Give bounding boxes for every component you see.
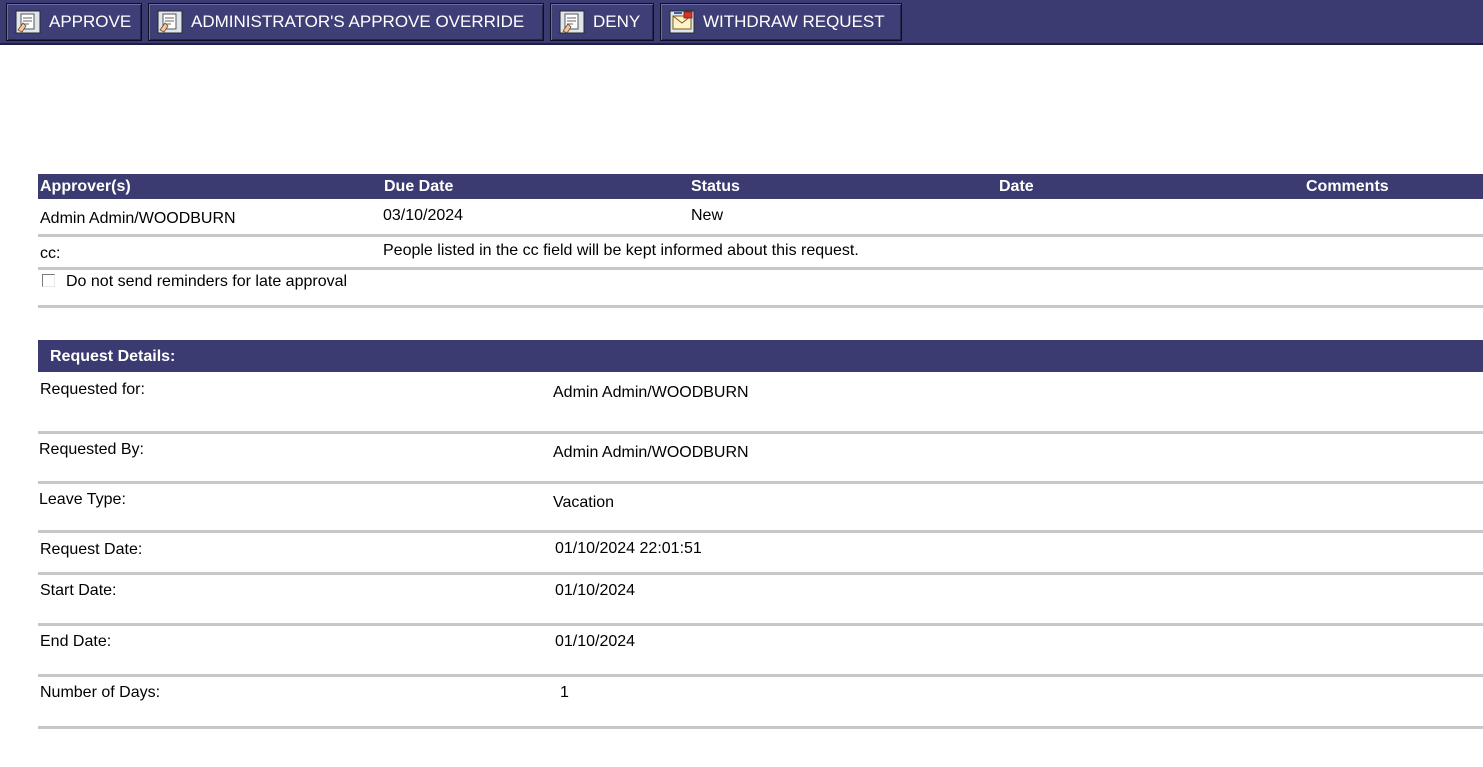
document-deny-icon [559,10,585,34]
envelope-withdraw-icon [669,10,695,34]
cc-label: cc: [40,245,61,262]
divider [38,431,1483,434]
divider [38,530,1483,533]
detail-label-number-of-days: Number of Days: [40,684,161,701]
divider [38,623,1483,626]
cc-note: People listed in the cc field will be ke… [383,242,859,259]
admin-approve-override-button[interactable]: ADMINISTRATOR'S APPROVE OVERRIDE [148,3,544,41]
divider [38,726,1483,729]
approver-status: New [691,207,724,224]
document-hand-icon [157,10,183,34]
no-reminders-label: Do not send reminders for late approval [66,273,348,290]
withdraw-request-button[interactable]: WITHDRAW REQUEST [660,3,902,41]
detail-label-leave-type: Leave Type: [39,491,126,508]
col-approvers: Approver(s) [40,178,131,195]
detail-label-requested-by: Requested By: [39,441,144,458]
detail-label-requested-for: Requested for: [40,381,145,398]
deny-label: DENY [593,12,641,31]
approvers-table-header: Approver(s) Due Date Status Date Comment… [38,174,1483,199]
col-comments: Comments [1306,178,1389,195]
divider [38,305,1483,308]
detail-label-start-date: Start Date: [40,582,117,599]
detail-value-start-date: 01/10/2024 [555,582,636,599]
divider [38,234,1483,237]
divider [38,481,1483,484]
approve-label: APPROVE [49,12,132,31]
deny-button[interactable]: DENY [550,3,654,41]
col-date: Date [999,178,1034,195]
withdraw-label: WITHDRAW REQUEST [703,12,885,31]
detail-value-leave-type: Vacation [553,494,615,511]
approver-due-date: 03/10/2024 [383,207,464,224]
no-reminders-checkbox[interactable] [42,274,55,287]
detail-value-request-date: 01/10/2024 22:01:51 [555,540,702,557]
request-details-header: Request Details: [38,340,1483,372]
detail-label-end-date: End Date: [40,633,112,650]
detail-value-number-of-days: 1 [560,684,569,701]
col-due-date: Due Date [384,178,454,195]
approve-button[interactable]: APPROVE [6,3,142,41]
approver-name: Admin Admin/WOODBURN [40,210,236,227]
request-details-title: Request Details: [50,348,176,365]
override-label: ADMINISTRATOR'S APPROVE OVERRIDE [191,12,525,31]
detail-label-request-date: Request Date: [40,541,143,558]
divider [38,674,1483,677]
document-hand-icon [15,10,41,34]
detail-value-requested-for: Admin Admin/WOODBURN [553,384,749,401]
col-status: Status [691,178,740,195]
detail-value-end-date: 01/10/2024 [555,633,636,650]
detail-value-requested-by: Admin Admin/WOODBURN [553,444,749,461]
action-toolbar: APPROVE ADMINISTRATOR'S APPROVE OVERRIDE… [0,0,1483,45]
divider [38,267,1483,270]
divider [38,572,1483,575]
